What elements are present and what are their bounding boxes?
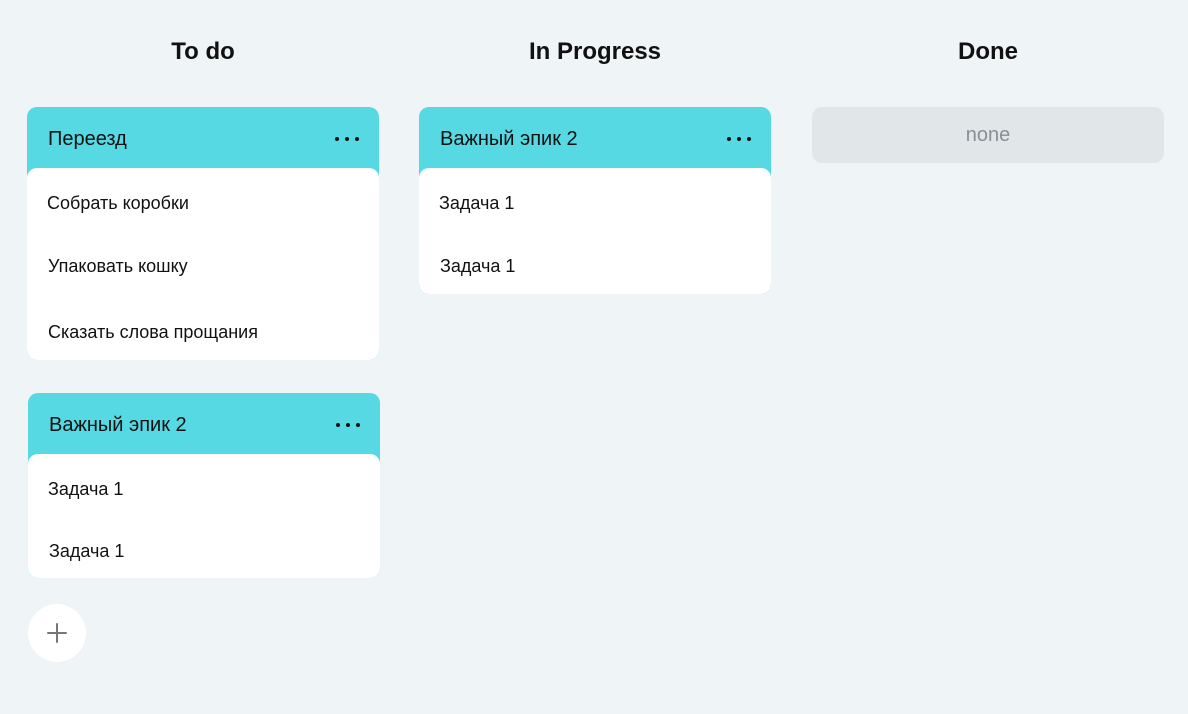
- task-label: Сказать слова прощания: [48, 322, 258, 342]
- task-label: Задача 1: [440, 256, 516, 276]
- epic-title: Важный эпик 2: [440, 128, 578, 150]
- more-horizontal-icon[interactable]: [335, 129, 359, 149]
- task-item[interactable]: Задача 1: [419, 168, 771, 232]
- epic-header: Важный эпик 2: [419, 107, 771, 169]
- epic-header: Важный эпик 2: [28, 393, 380, 455]
- empty-placeholder: none: [812, 107, 1164, 163]
- more-horizontal-icon[interactable]: [727, 129, 751, 149]
- task-label: Задача 1: [48, 479, 124, 499]
- kanban-board: To do Переезд Собрать коробки Упаковать …: [0, 0, 1188, 714]
- more-horizontal-icon[interactable]: [336, 415, 360, 435]
- epic-title: Важный эпик 2: [49, 414, 187, 436]
- epic-task-list: Задача 1 Задача 1: [419, 168, 771, 294]
- task-label: Задача 1: [49, 541, 125, 561]
- task-item[interactable]: Собрать коробки: [27, 168, 379, 232]
- epic-card[interactable]: Важный эпик 2 Задача 1 Задача 1: [419, 107, 771, 294]
- task-item[interactable]: Задача 1: [28, 516, 380, 578]
- task-item[interactable]: Упаковать кошку: [27, 232, 379, 294]
- task-item[interactable]: Задача 1: [28, 454, 380, 516]
- task-label: Упаковать кошку: [48, 256, 188, 276]
- add-epic-button[interactable]: [28, 604, 86, 662]
- task-item[interactable]: Сказать слова прощания: [27, 294, 379, 360]
- plus-icon: [47, 623, 67, 643]
- column-title: In Progress: [528, 38, 662, 65]
- epic-card[interactable]: Важный эпик 2 Задача 1 Задача 1: [28, 393, 380, 578]
- epic-header: Переезд: [27, 107, 379, 169]
- task-label: Задача 1: [439, 193, 515, 213]
- epic-card[interactable]: Переезд Собрать коробки Упаковать кошку …: [27, 107, 379, 360]
- column-title: Done: [958, 38, 1018, 65]
- epic-title: Переезд: [48, 128, 127, 150]
- column-title: To do: [171, 38, 235, 65]
- task-item[interactable]: Задача 1: [419, 232, 771, 294]
- task-label: Собрать коробки: [47, 193, 189, 213]
- epic-task-list: Собрать коробки Упаковать кошку Сказать …: [27, 168, 379, 360]
- epic-task-list: Задача 1 Задача 1: [28, 454, 380, 578]
